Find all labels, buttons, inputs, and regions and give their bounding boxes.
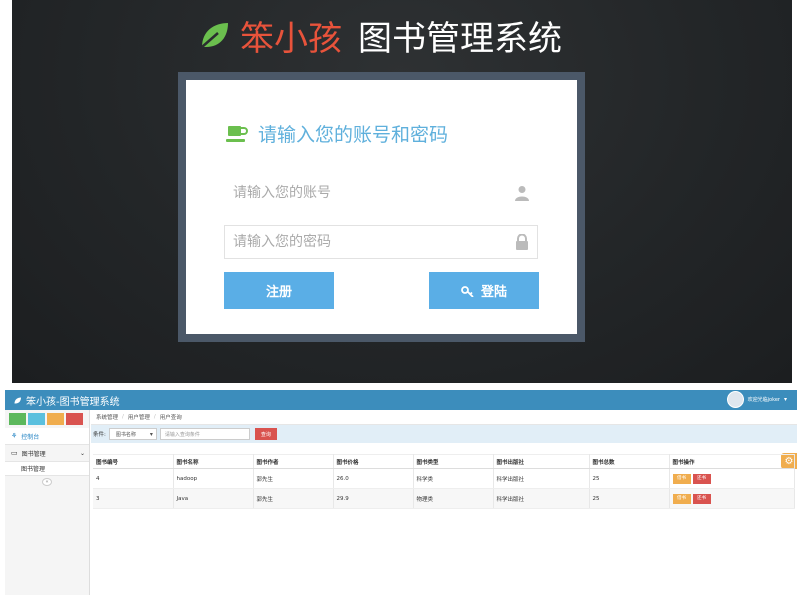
table-cell: 科学出版社 — [493, 468, 590, 489]
quick-button-users[interactable] — [47, 413, 64, 425]
table-cell: 郭先生 — [253, 488, 334, 509]
table-cell: hadoop — [173, 468, 254, 489]
brand-system: 图书管理系统 — [358, 18, 562, 59]
breadcrumb: 系统管理 / 用户管理 / 用户查询 — [91, 410, 797, 425]
key-icon — [461, 285, 474, 297]
breadcrumb-item: 用户查询 — [159, 415, 182, 421]
caret-down-icon: ▾ — [783, 396, 787, 403]
top-navbar: 笨小孩-图书管理系统 欢迎光临joker ▾ — [5, 390, 797, 410]
lock-icon — [516, 234, 528, 250]
table-cell: 25 — [589, 488, 670, 509]
brand-name: 笨小孩 — [240, 18, 342, 59]
monitor-icon: ▭ — [11, 449, 18, 457]
password-input[interactable] — [225, 226, 495, 258]
table-cell-actions: 借书 还书 — [669, 468, 795, 489]
brand-header: 笨小孩 图书管理系统 — [196, 12, 562, 59]
sidebar-item-book-management[interactable]: ▭ 图书管理 ⌄ — [5, 445, 89, 462]
quick-button-stats[interactable] — [9, 413, 26, 425]
user-menu[interactable]: 欢迎光临joker ▾ — [726, 391, 787, 408]
card-title-text: 请输入您的账号和密码 — [258, 124, 449, 146]
filter-select[interactable]: 图书名称 — [108, 428, 157, 440]
login-label: 登陆 — [480, 284, 507, 299]
breadcrumb-item[interactable]: 用户管理 — [128, 413, 150, 421]
table-cell: 郭先生 — [253, 468, 334, 489]
chevron-down-icon: ⌄ — [79, 449, 85, 457]
user-greeting: 欢迎光临joker — [747, 397, 780, 403]
coffee-cup-icon — [226, 125, 248, 142]
password-field[interactable] — [224, 225, 538, 259]
return-button[interactable]: 还书 — [692, 473, 711, 484]
username-field[interactable] — [224, 176, 538, 210]
table-cell: 25 — [589, 468, 670, 489]
table-cell-actions: 借书 还书 — [669, 488, 795, 509]
leaf-icon — [14, 397, 21, 403]
main-content: 系统管理 / 用户管理 / 用户查询 条件: 图书名称 请输入查询条件 查询 ⚙… — [91, 410, 797, 595]
login-card: 请输入您的账号和密码 注册 登陆 — [186, 80, 577, 334]
dashboard-icon: ⚘ — [11, 432, 18, 440]
table-row: 3 Java 郭先生 29.9 物理类 科学出版社 25 借书 还书 — [93, 488, 795, 509]
username-input[interactable] — [225, 177, 495, 209]
table-header-row: 图书编号 图书名称 图书作者 图书价格 图书类型 图书出版社 图书总数 图书操作 — [93, 454, 795, 469]
search-button[interactable]: 查询 — [254, 428, 277, 440]
column-header: 图书出版社 — [493, 454, 590, 469]
breadcrumb-item[interactable]: 系统管理 — [96, 413, 118, 421]
filter-bar: 条件: 图书名称 请输入查询条件 查询 — [91, 425, 797, 443]
sidebar-item-label: 控制台 — [21, 433, 40, 441]
quick-button-edit[interactable] — [28, 413, 45, 425]
column-header: 图书总数 — [589, 454, 670, 469]
quick-button-settings[interactable] — [66, 413, 83, 425]
sidebar-item-label: 图书管理 — [21, 450, 46, 458]
app-title: 笨小孩-图书管理系统 — [13, 393, 120, 408]
column-header: 图书操作 — [669, 454, 795, 469]
table-cell: 26.0 — [333, 468, 414, 489]
card-title: 请输入您的账号和密码 — [226, 120, 448, 147]
table-cell: Java — [173, 488, 254, 509]
return-button[interactable]: 还书 — [692, 493, 711, 504]
register-button[interactable]: 注册 — [224, 272, 334, 309]
register-label: 注册 — [265, 284, 292, 299]
table-cell: 物理类 — [413, 488, 494, 509]
sidebar-collapse-button[interactable]: « — [42, 478, 52, 486]
column-header: 图书类型 — [413, 454, 494, 469]
filter-label: 条件: — [93, 432, 106, 438]
login-button[interactable]: 登陆 — [429, 272, 539, 309]
sidebar-subitem-book-management[interactable]: 图书管理 — [5, 462, 89, 476]
table-cell: 4 — [93, 468, 174, 489]
sidebar: ⚘ 控制台 ▭ 图书管理 ⌄ 图书管理 « — [5, 410, 90, 595]
table-cell: 3 — [93, 488, 174, 509]
table-row: 4 hadoop 郭先生 26.0 科学类 科学出版社 25 借书 还书 — [93, 468, 795, 489]
column-header: 图书价格 — [333, 454, 414, 469]
column-header: 图书编号 — [93, 454, 174, 469]
leaf-icon — [201, 23, 228, 48]
app-title-text: 笨小孩-图书管理系统 — [26, 396, 120, 408]
sidebar-item-dashboard[interactable]: ⚘ 控制台 — [5, 428, 89, 445]
table-cell: 科学出版社 — [493, 488, 590, 509]
sidebar-item-label: 图书管理 — [21, 466, 46, 473]
admin-panel: 笨小孩-图书管理系统 欢迎光临joker ▾ ⚘ 控制台 ▭ 图书管理 ⌄ 图书… — [5, 390, 797, 595]
borrow-button[interactable]: 借书 — [672, 493, 691, 504]
table-cell: 29.9 — [333, 488, 414, 509]
avatar — [726, 391, 744, 408]
book-table: 图书编号 图书名称 图书作者 图书价格 图书类型 图书出版社 图书总数 图书操作… — [93, 454, 795, 509]
quick-shortcuts — [5, 410, 89, 428]
table-cell: 科学类 — [413, 468, 494, 489]
borrow-button[interactable]: 借书 — [672, 473, 691, 484]
column-header: 图书名称 — [173, 454, 254, 469]
search-input[interactable]: 请输入查询条件 — [159, 428, 250, 440]
column-header: 图书作者 — [253, 454, 334, 469]
user-icon — [515, 186, 529, 201]
